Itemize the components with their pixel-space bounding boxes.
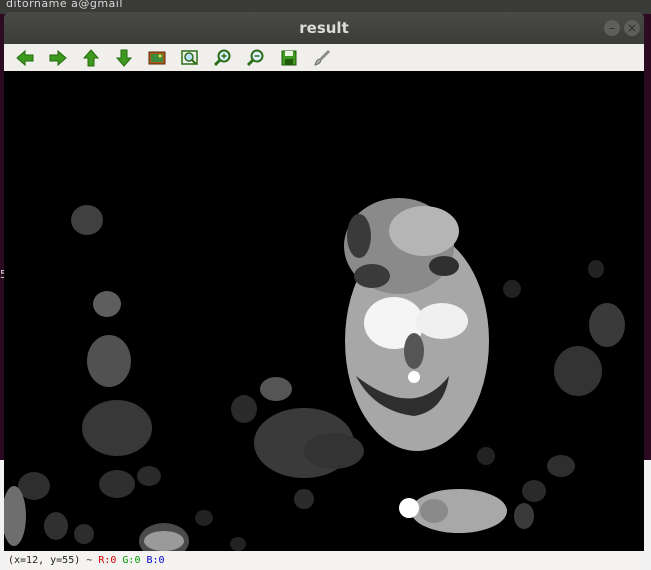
close-button[interactable]: × [624, 20, 640, 36]
pan-up-button[interactable] [80, 47, 102, 69]
status-blue-value: B:0 [146, 555, 165, 566]
properties-button[interactable] [311, 47, 333, 69]
image-canvas[interactable] [4, 71, 644, 559]
zoom-original-button[interactable] [146, 47, 168, 69]
status-green-value: G:0 [122, 555, 141, 566]
image-icon [148, 51, 166, 65]
arrow-up-icon [82, 49, 100, 67]
arrow-down-icon [115, 49, 133, 67]
zoom-out-button[interactable] [245, 47, 267, 69]
status-bar: (x=12, y=55) ~ R:0 G:0 B:0 [4, 551, 644, 570]
toolbar [4, 44, 644, 71]
minimize-button[interactable]: – [604, 20, 620, 36]
save-icon [281, 50, 297, 66]
background-text: ditorname a@gmail [6, 0, 123, 10]
zoom-in-icon [213, 49, 231, 67]
arrow-left-icon [16, 49, 34, 67]
arrow-right-icon [49, 49, 67, 67]
zoom-out-icon [246, 49, 264, 67]
result-window: result – × (x=12, y=55) ~ R:0 G:0 B:0 [4, 12, 644, 570]
status-coords: (x=12, y=55) ~ [8, 555, 99, 566]
window-title: result [299, 19, 349, 37]
zoom-fit-icon [181, 50, 198, 65]
zoom-fit-button[interactable] [179, 47, 201, 69]
segmentation-image [4, 71, 644, 559]
pan-right-button[interactable] [47, 47, 69, 69]
status-red-value: R:0 [98, 555, 117, 566]
properties-brush-icon [314, 50, 330, 66]
save-button[interactable] [278, 47, 300, 69]
zoom-in-button[interactable] [212, 47, 234, 69]
title-bar[interactable]: result – × [4, 12, 644, 44]
pan-left-button[interactable] [14, 47, 36, 69]
pan-down-button[interactable] [113, 47, 135, 69]
